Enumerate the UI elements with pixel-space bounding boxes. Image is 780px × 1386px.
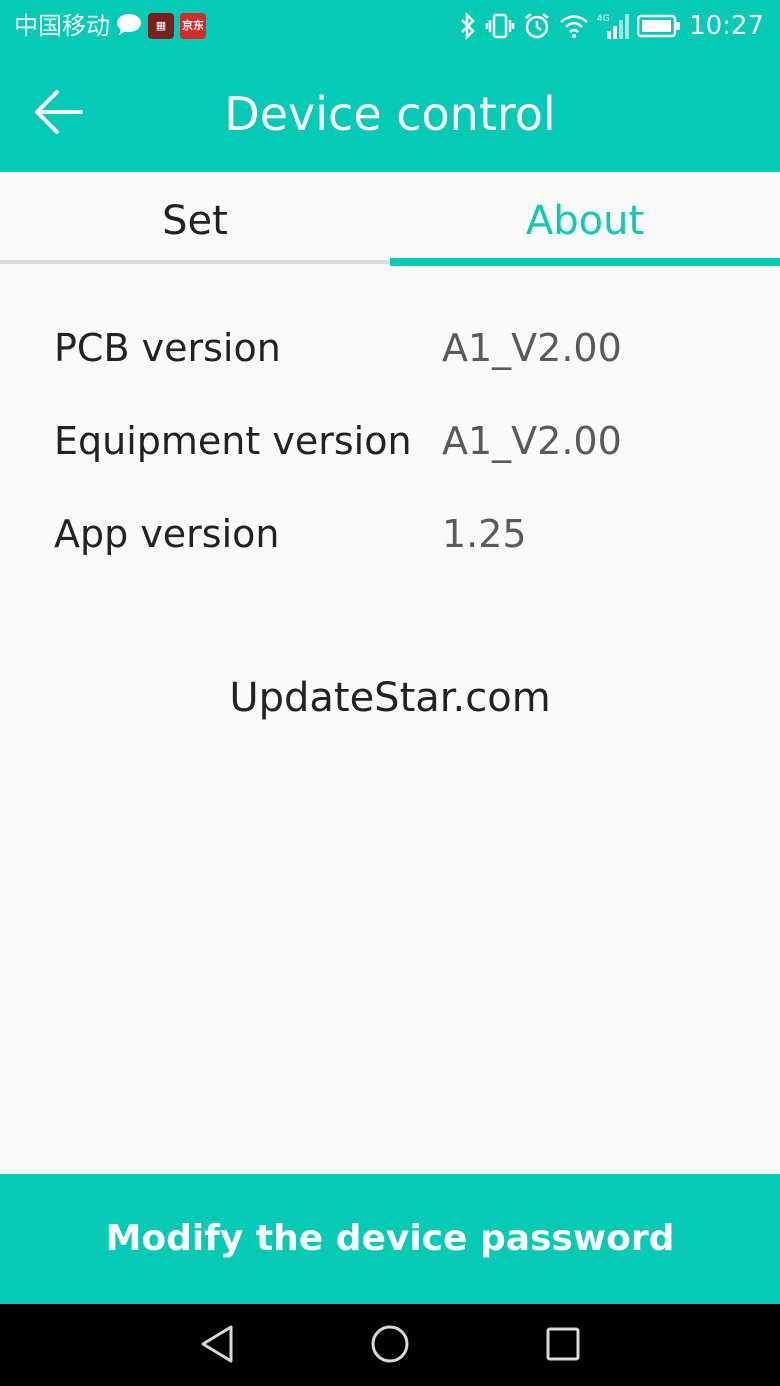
- page-title: Device control: [224, 87, 556, 141]
- info-label: Equipment version: [54, 419, 412, 463]
- home-circle-icon: [370, 1324, 410, 1368]
- nav-home-button[interactable]: [360, 1320, 420, 1372]
- info-value: 1.25: [442, 512, 527, 556]
- info-row-equipment-version: Equipment version A1_V2.00: [54, 411, 734, 471]
- status-bar-right: 4G 10:27: [459, 9, 764, 43]
- status-bar: 中国移动 ▦ 京东 4G 10:27: [0, 0, 780, 54]
- tab-bar: Set About: [0, 172, 780, 266]
- back-triangle-icon: [199, 1324, 235, 1368]
- app-badge-icon: ▦: [148, 13, 174, 39]
- nav-back-button[interactable]: [187, 1320, 247, 1372]
- nav-recents-button[interactable]: [533, 1320, 593, 1372]
- watermark-text: UpdateStar.com: [229, 675, 551, 721]
- info-value: A1_V2.00: [442, 326, 622, 370]
- info-value: A1_V2.00: [442, 419, 622, 463]
- recents-square-icon: [545, 1326, 581, 1366]
- tab-divider: [0, 260, 390, 264]
- info-row-app-version: App version 1.25: [54, 504, 734, 564]
- tab-active-indicator: [390, 258, 780, 266]
- bluetooth-icon: [459, 12, 477, 40]
- network-type-label: 4G: [597, 14, 610, 24]
- wifi-icon: [559, 13, 589, 39]
- vibrate-icon: [485, 12, 515, 40]
- tab-about[interactable]: About: [390, 172, 780, 266]
- system-nav-bar: [0, 1304, 780, 1386]
- alarm-icon: [523, 12, 551, 40]
- jd-app-icon: 京东: [180, 13, 206, 39]
- app-bar: Device control: [0, 54, 780, 172]
- carrier-name: 中国移动: [14, 12, 110, 40]
- info-label: App version: [54, 512, 280, 556]
- cell-signal-icon: 4G: [597, 11, 630, 41]
- modify-password-button[interactable]: Modify the device password: [0, 1174, 780, 1304]
- clock: 10:27: [689, 11, 764, 41]
- info-label: PCB version: [54, 326, 281, 370]
- bubble-icon: [116, 13, 142, 39]
- status-bar-left: 中国移动 ▦ 京东: [14, 10, 206, 42]
- tab-set[interactable]: Set: [0, 172, 390, 266]
- battery-icon: [637, 14, 681, 38]
- info-row-pcb-version: PCB version A1_V2.00: [54, 318, 734, 378]
